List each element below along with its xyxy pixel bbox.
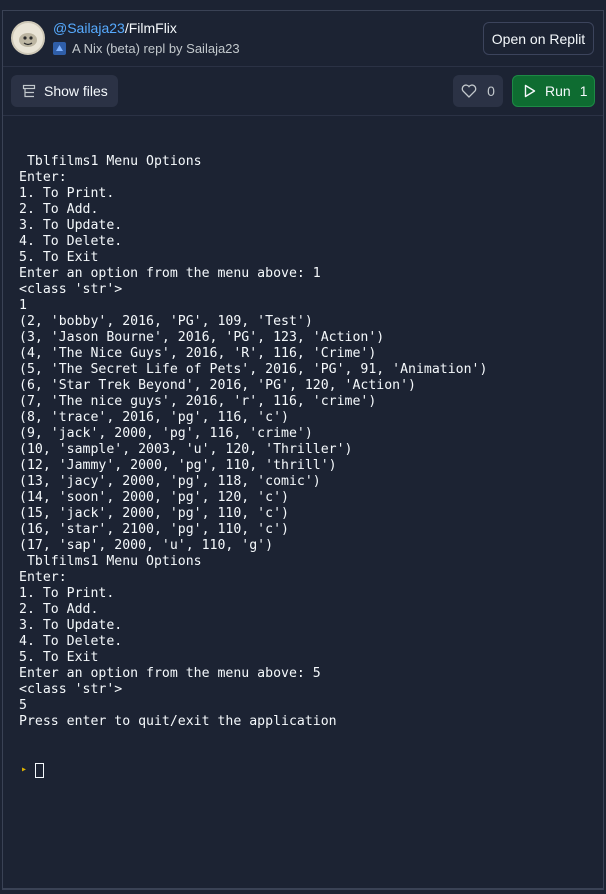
- console-line: 5: [19, 698, 27, 713]
- repl-subtitle-text: A Nix (beta) repl by Sailaja23: [72, 41, 240, 56]
- repl-header: @Sailaja23/FilmFlix A Nix (beta) repl by…: [3, 11, 603, 67]
- nix-icon: [53, 42, 66, 55]
- repl-owner-link[interactable]: @Sailaja23: [53, 20, 125, 36]
- console-line: (8, 'trace', 2016, 'pg', 116, 'c'): [19, 410, 289, 425]
- console-line: (17, 'sap', 2000, 'u', 110, 'g'): [19, 538, 274, 553]
- repl-subtitle: A Nix (beta) repl by Sailaja23: [53, 41, 240, 56]
- console-line: (9, 'jack', 2000, 'pg', 116, 'crime'): [19, 426, 313, 441]
- console-line: (10, 'sample', 2003, 'u', 120, 'Thriller…: [19, 442, 353, 457]
- console-line: (5, 'The Secret Life of Pets', 2016, 'PG…: [19, 362, 488, 377]
- repl-name[interactable]: FilmFlix: [129, 20, 177, 36]
- console-line: Enter an option from the menu above: 1: [19, 266, 321, 281]
- console-line: (7, 'The nice guys', 2016, 'r', 116, 'cr…: [19, 394, 377, 409]
- bottom-border: [3, 888, 603, 890]
- console-line: Enter:: [19, 170, 67, 185]
- console-line: Enter:: [19, 570, 67, 585]
- text-cursor: [35, 762, 44, 778]
- console-line: (4, 'The Nice Guys', 2016, 'R', 116, 'Cr…: [19, 346, 377, 361]
- console-prompt[interactable]: ▸: [19, 762, 599, 778]
- toolbar: Show files 0 Run 1: [3, 68, 603, 116]
- show-files-button[interactable]: Show files: [11, 75, 118, 107]
- run-label: Run: [545, 83, 571, 99]
- console-line: Tblfilms1 Menu Options: [19, 554, 202, 569]
- console-line: Press enter to quit/exit the application: [19, 714, 337, 729]
- console-line: Tblfilms1 Menu Options: [19, 154, 202, 169]
- console-line: 4. To Delete.: [19, 234, 123, 249]
- avatar[interactable]: [11, 21, 45, 55]
- console-line: 2. To Add.: [19, 202, 99, 217]
- like-count: 0: [487, 83, 495, 99]
- console-line: 5. To Exit: [19, 250, 99, 265]
- console-line: (3, 'Jason Bourne', 2016, 'PG', 123, 'Ac…: [19, 330, 385, 345]
- repl-embed-window: @Sailaja23/FilmFlix A Nix (beta) repl by…: [2, 10, 604, 890]
- files-icon: [22, 84, 36, 98]
- open-on-replit-button[interactable]: Open on Replit: [483, 22, 594, 55]
- console-output[interactable]: Tblfilms1 Menu Options Enter: 1. To Print.…: [19, 122, 599, 882]
- console-lines: Tblfilms1 Menu Options Enter: 1. To Print.…: [19, 154, 599, 730]
- console-line: (14, 'soon', 2000, 'pg', 120, 'c'): [19, 490, 289, 505]
- play-icon: [524, 84, 536, 98]
- repl-title: @Sailaja23/FilmFlix: [53, 20, 177, 36]
- console-line: <class 'str'>: [19, 682, 123, 697]
- console-line: 1. To Print.: [19, 586, 115, 601]
- like-button[interactable]: 0: [453, 75, 503, 107]
- console-line: 1: [19, 298, 27, 313]
- console-line: 5. To Exit: [19, 650, 99, 665]
- console-line: Enter an option from the menu above: 5: [19, 666, 321, 681]
- console-line: 3. To Update.: [19, 618, 123, 633]
- console-line: (13, 'jacy', 2000, 'pg', 118, 'comic'): [19, 474, 321, 489]
- console-line: <class 'str'>: [19, 282, 123, 297]
- avatar-icon: [19, 33, 37, 47]
- console-line: (6, 'Star Trek Beyond', 2016, 'PG', 120,…: [19, 378, 416, 393]
- run-button[interactable]: Run 1: [512, 75, 595, 107]
- console-line: 3. To Update.: [19, 218, 123, 233]
- console-line: (16, 'star', 2100, 'pg', 110, 'c'): [19, 522, 289, 537]
- console-line: 2. To Add.: [19, 602, 99, 617]
- run-count: 1: [579, 83, 588, 99]
- console-line: 1. To Print.: [19, 186, 115, 201]
- console-line: 4. To Delete.: [19, 634, 123, 649]
- show-files-label: Show files: [44, 83, 108, 99]
- console-line: (2, 'bobby', 2016, 'PG', 109, 'Test'): [19, 314, 313, 329]
- console-line: (12, 'Jammy', 2000, 'pg', 110, 'thrill'): [19, 458, 337, 473]
- console-line: (15, 'jack', 2000, 'pg', 110, 'c'): [19, 506, 289, 521]
- heart-icon: [461, 84, 477, 98]
- prompt-chevron-icon: ▸: [21, 764, 28, 775]
